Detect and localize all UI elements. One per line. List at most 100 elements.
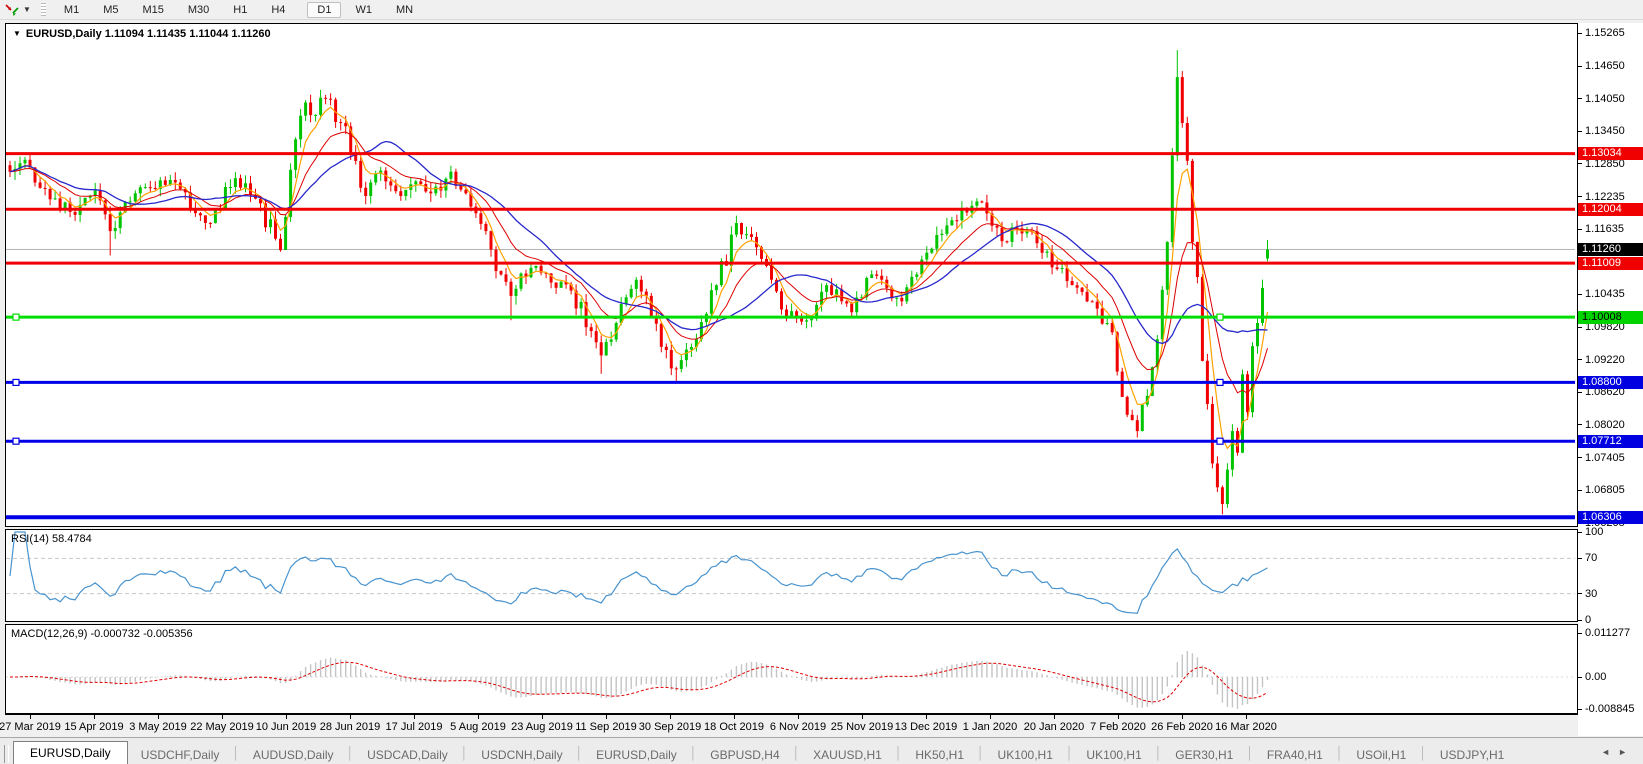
date-tick <box>1182 715 1183 719</box>
date-tick <box>862 715 863 719</box>
tab-usdjpy-h1[interactable]: USDJPY,H1 <box>1427 745 1517 764</box>
price-badge-1.12004: 1.12004 <box>1578 202 1643 216</box>
date-label: 20 Jan 2020 <box>1023 721 1085 733</box>
tab-usdchf-daily[interactable]: USDCHF,Daily <box>128 745 233 764</box>
mt4-window: ▼ M1 M5 M15 M30 H1 H4 D1 W1 MN ▼ EURUSD,Daily 1.1… <box>0 0 1643 764</box>
date-tick <box>1118 715 1119 719</box>
chart-title: ▼ EURUSD,Daily 1.11094 1.11435 1.11044 1.… <box>13 28 271 40</box>
hline-handle[interactable] <box>12 437 20 445</box>
tab-separator: │ <box>346 746 355 760</box>
rsi-line-chart <box>6 531 1575 615</box>
tf-button-D1[interactable]: D1 <box>307 1 342 18</box>
price-badge-1.10008: 1.10008 <box>1578 310 1643 324</box>
chevron-down-icon[interactable]: ▼ <box>13 29 21 38</box>
tab-separator: │ <box>792 746 801 760</box>
tf-button-M1[interactable]: M1 <box>54 2 89 18</box>
date-label: 13 Dec 2019 <box>894 721 958 733</box>
date-label: 28 Jun 2019 <box>319 721 381 733</box>
tf-button-MN[interactable]: MN <box>386 2 423 18</box>
price-tick: 1.07405 <box>1578 452 1625 464</box>
date-tick <box>670 715 671 719</box>
hline-handle[interactable] <box>1216 378 1224 387</box>
toolbar-grip[interactable] <box>40 3 46 16</box>
price-tick: 1.06805 <box>1578 484 1625 496</box>
tab-ger30-h1[interactable]: GER30,H1 <box>1162 745 1246 764</box>
hline-handle[interactable] <box>1216 313 1224 321</box>
tab-eurusd-daily[interactable]: EURUSD,Daily <box>13 741 128 764</box>
chevron-down-icon[interactable]: ▼ <box>23 5 31 14</box>
tf-button-W1[interactable]: W1 <box>345 2 382 18</box>
date-tick <box>222 715 223 719</box>
tf-button-M5[interactable]: M5 <box>93 2 128 18</box>
price-axis[interactable]: 1.15265 1.14650 1.14050 1.13450 1.12850 1.122… <box>1578 23 1643 736</box>
macd-histogram-chart <box>6 651 1575 709</box>
tab-items: EURUSD,Daily USDCHF,Daily │ AUDUSD,Daily │ US… <box>13 741 1517 764</box>
date-label: 11 Sep 2019 <box>575 721 637 733</box>
rsi-axis-label: 70 <box>1578 552 1597 564</box>
rsi-panel[interactable]: RSI(14) 58.4784 <box>5 529 1578 622</box>
price-tick: 1.08020 <box>1578 419 1625 431</box>
tab-usdcnh-daily[interactable]: USDCNH,Daily <box>468 745 575 764</box>
tf-button-M15[interactable]: M15 <box>132 2 173 18</box>
tab-xauusd-h1[interactable]: XAUUSD,H1 <box>800 745 895 764</box>
tf-button-H1[interactable]: H1 <box>223 2 257 18</box>
date-tick <box>542 715 543 719</box>
date-label: 16 Mar 2020 <box>1215 721 1277 733</box>
tab-separator: │ <box>460 746 469 760</box>
tab-usoil-h1[interactable]: USOil,H1 <box>1343 745 1419 764</box>
price-badge-1.11260: 1.11260 <box>1578 242 1643 256</box>
rsi-axis-label: 0 <box>1578 614 1591 626</box>
macd-panel[interactable]: MACD(12,26,9) -0.000732 -0.005356 <box>5 624 1578 714</box>
tf-button-H4[interactable]: H4 <box>261 2 295 18</box>
rsi-label: RSI(14) 58.4784 <box>11 533 92 545</box>
tab-hk50-h1[interactable]: HK50,H1 <box>902 745 977 764</box>
macd-axis-label: -0.008845 <box>1578 703 1635 715</box>
hline-handle[interactable] <box>12 378 20 387</box>
main-chart-panel[interactable]: ▼ EURUSD,Daily 1.11094 1.11435 1.11044 1.… <box>5 23 1578 527</box>
rsi-axis-label: 100 <box>1578 526 1603 538</box>
chart-periods-icon[interactable] <box>3 2 21 17</box>
tab-gbpusd-h4[interactable]: GBPUSD,H4 <box>697 745 792 764</box>
macd-axis-label: 0.00 <box>1578 671 1606 683</box>
price-badge-1.07712: 1.07712 <box>1578 434 1643 448</box>
date-axis[interactable]: 27 Mar 2019 15 Apr 2019 3 May 2019 22 May 2… <box>0 714 1578 737</box>
tab-uk100-h1[interactable]: UK100,H1 <box>985 745 1066 764</box>
tab-usdcad-daily[interactable]: USDCAD,Daily <box>354 745 461 764</box>
date-tick <box>1054 715 1055 719</box>
date-tick <box>798 715 799 719</box>
date-label: 7 Feb 2020 <box>1090 721 1146 733</box>
date-tick <box>990 715 991 719</box>
tab-audusd-daily[interactable]: AUDUSD,Daily <box>240 745 347 764</box>
tf-button-M30[interactable]: M30 <box>178 2 219 18</box>
candlestick-chart[interactable] <box>6 24 1575 524</box>
date-tick <box>30 715 31 719</box>
chart-tab-bar: EURUSD,Daily USDCHF,Daily │ AUDUSD,Daily │ US… <box>0 737 1643 764</box>
price-badge-1.11009: 1.11009 <box>1578 256 1643 270</box>
date-label: 17 Jul 2019 <box>385 721 443 733</box>
tab-scroll-right-icon: ► <box>1618 746 1635 757</box>
date-label: 26 Feb 2020 <box>1151 721 1213 733</box>
timeframe-buttons: M1 M5 M15 M30 H1 H4 D1 W1 MN <box>52 1 425 18</box>
date-tick <box>478 715 479 719</box>
hline-handle[interactable] <box>1216 437 1224 445</box>
tab-scroll-arrows[interactable]: ◄► <box>1601 747 1635 757</box>
tab-separator: │ <box>1154 746 1163 760</box>
tab-fra40-h1[interactable]: FRA40,H1 <box>1254 745 1336 764</box>
date-label: 30 Sep 2019 <box>638 721 702 733</box>
date-label: 15 Apr 2019 <box>64 721 124 733</box>
date-label: 6 Nov 2019 <box>769 721 827 733</box>
price-tick: 1.13450 <box>1578 125 1625 137</box>
price-tick: 1.09220 <box>1578 354 1625 366</box>
hline-handle[interactable] <box>12 313 20 321</box>
tab-scroll-left-icon: ◄ <box>1601 746 1619 757</box>
price-badge-1.13034: 1.13034 <box>1578 147 1643 161</box>
date-tick <box>414 715 415 719</box>
tab-eurusd-daily[interactable]: EURUSD,Daily <box>583 745 690 764</box>
tab-uk100-h1[interactable]: UK100,H1 <box>1073 745 1154 764</box>
macd-axis-label: 0.011277 <box>1578 627 1630 639</box>
price-tick: 1.12235 <box>1578 191 1625 203</box>
date-tick <box>606 715 607 719</box>
tab-separator: │ <box>1065 746 1074 760</box>
price-tick: 1.11635 <box>1578 223 1624 235</box>
tab-separator: │ <box>1246 746 1254 760</box>
